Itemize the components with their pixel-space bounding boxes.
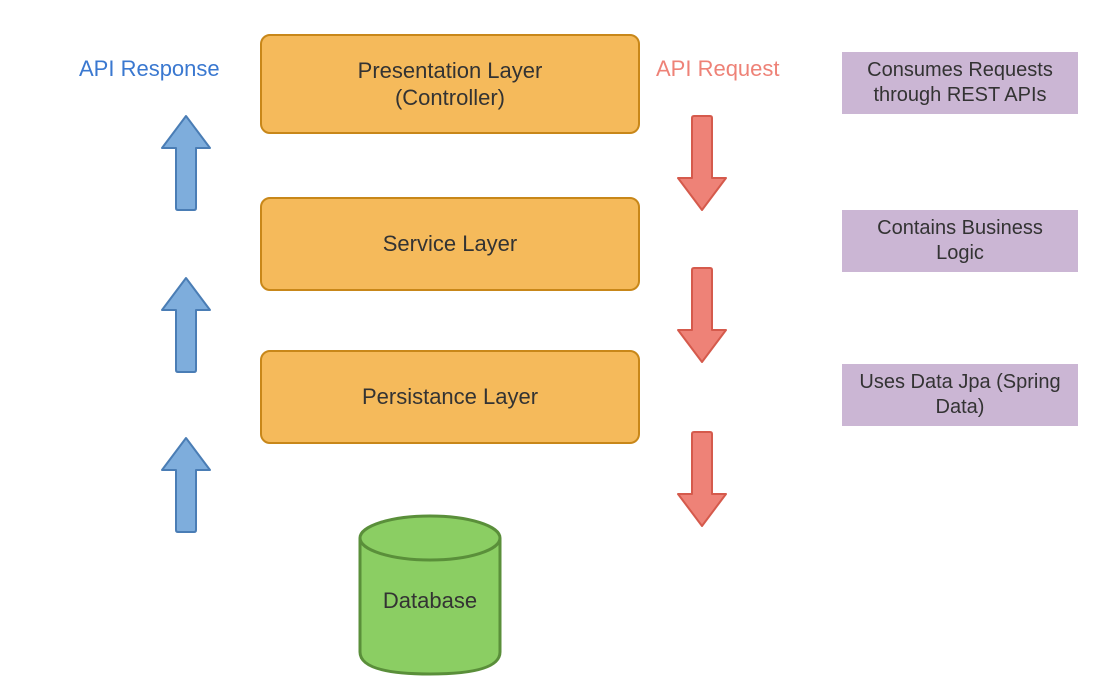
presentation-desc-text: Consumes Requests through REST APIs [852,58,1068,108]
presentation-layer-text: Presentation Layer (Controller) [358,57,543,112]
arrow-up-icon [160,436,212,534]
service-layer-box: Service Layer [260,197,640,291]
persistence-desc-text: Uses Data Jpa (Spring Data) [852,370,1068,420]
persistence-layer-box: Persistance Layer [260,350,640,444]
persistence-layer-text: Persistance Layer [362,383,538,411]
arrow-down-icon [676,430,728,528]
presentation-desc-box: Consumes Requests through REST APIs [842,52,1078,114]
database-label: Database [360,588,500,614]
persistence-desc-box: Uses Data Jpa (Spring Data) [842,364,1078,426]
api-request-label: API Request [656,56,780,82]
arrow-up-icon [160,114,212,212]
arrow-up-icon [160,276,212,374]
service-desc-box: Contains Business Logic [842,210,1078,272]
service-layer-text: Service Layer [383,230,518,258]
arrow-down-icon [676,266,728,364]
arrow-down-icon [676,114,728,212]
service-desc-text: Contains Business Logic [852,216,1068,266]
presentation-layer-box: Presentation Layer (Controller) [260,34,640,134]
api-response-label: API Response [79,56,220,82]
